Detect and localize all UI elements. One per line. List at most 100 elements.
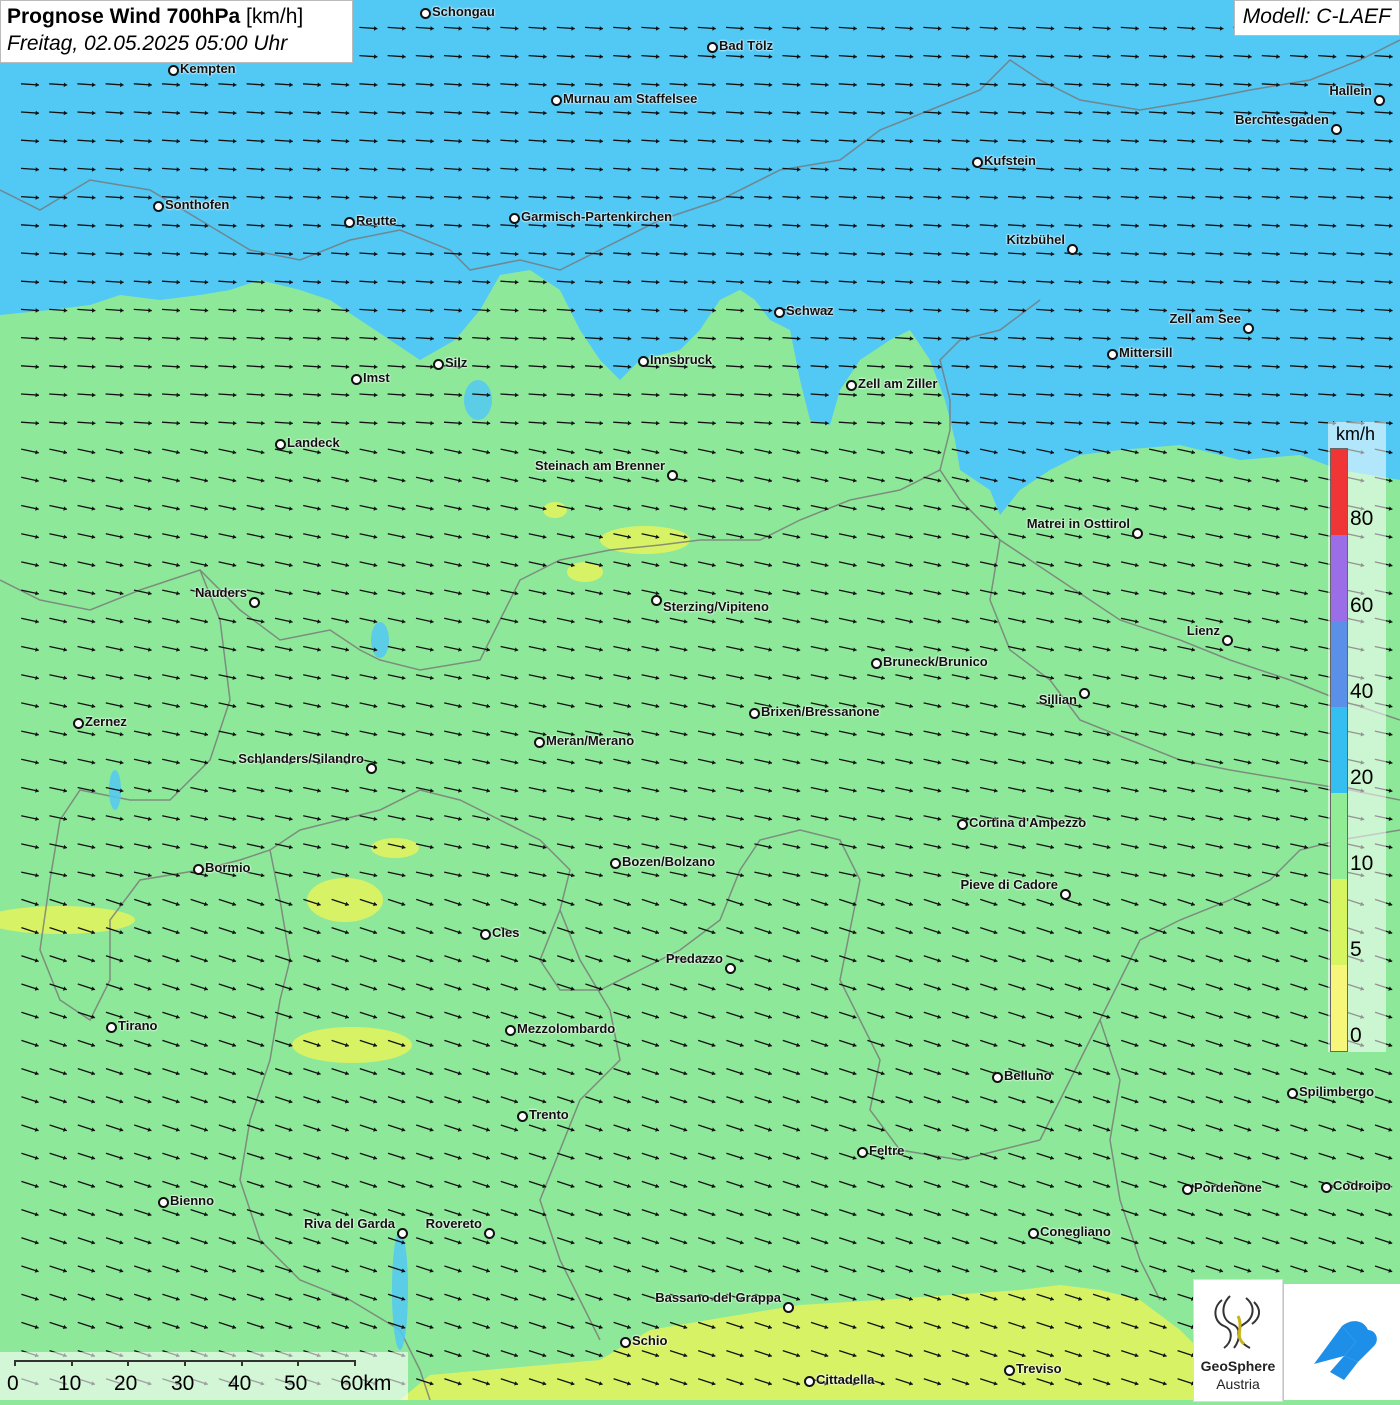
city-label: Kufstein	[984, 153, 1036, 168]
city-marker	[1374, 95, 1385, 106]
scale-tick	[71, 1360, 73, 1366]
city-label: Conegliano	[1040, 1224, 1111, 1239]
color-legend: km/h 80 60 40 20 10 5 0	[1328, 422, 1386, 1052]
city-marker	[1079, 688, 1090, 699]
city-marker	[1107, 349, 1118, 360]
city-label: Sillian	[1038, 692, 1077, 707]
city-label: Hallein	[1329, 83, 1372, 98]
scale-label: 30	[171, 1372, 195, 1395]
city-label: Kempten	[180, 61, 236, 76]
city-label: Silz	[445, 355, 468, 370]
map-title-box: Prognose Wind 700hPa [km/h] Freitag, 02.…	[0, 0, 353, 63]
city-label: Bruneck/Brunico	[883, 654, 988, 669]
city-marker	[846, 380, 857, 391]
city-label: Codroipo	[1333, 1178, 1391, 1193]
city-marker	[534, 737, 545, 748]
city-marker	[1287, 1088, 1298, 1099]
city-marker	[957, 819, 968, 830]
city-label: Garmisch-Partenkirchen	[521, 209, 673, 224]
geosphere-logo[interactable]: GeoSphere Austria	[1193, 1279, 1283, 1402]
scale-tick	[241, 1360, 243, 1366]
city-label: Cortina d'Ampezzo	[969, 815, 1087, 830]
city-marker	[1182, 1184, 1193, 1195]
light-wind-patch	[307, 878, 383, 922]
city-marker	[106, 1022, 117, 1033]
city-marker	[1132, 528, 1143, 539]
city-label: Sterzing/Vipiteno	[663, 599, 769, 614]
city-label: Bozen/Bolzano	[622, 854, 716, 869]
city-marker	[749, 708, 760, 719]
city-marker	[351, 374, 362, 385]
city-label: Innsbruck	[650, 352, 713, 367]
city-marker	[73, 718, 84, 729]
model-label: Modell: C-LAEF	[1233, 0, 1400, 36]
light-wind-patch	[371, 838, 419, 858]
city-label: Meran/Merano	[546, 733, 635, 748]
city-label: Berchtesgaden	[1235, 112, 1329, 127]
city-label: Brixen/Bressanone	[761, 704, 880, 719]
city-label: Spilimbergo	[1299, 1084, 1375, 1099]
light-wind-patch	[543, 502, 567, 518]
city-label: Schlanders/Silandro	[238, 751, 364, 766]
scale-tick	[354, 1360, 356, 1366]
city-marker	[484, 1228, 495, 1239]
legend-label: 40	[1350, 680, 1374, 703]
legend-segment-60	[1331, 535, 1347, 621]
legend-label: 10	[1350, 852, 1374, 875]
weather-app-logo[interactable]	[1284, 1284, 1400, 1400]
city-label: Schwaz	[786, 303, 834, 318]
city-marker	[249, 597, 260, 608]
scale-label: 0	[7, 1372, 19, 1395]
city-marker	[420, 8, 431, 19]
city-marker	[1060, 889, 1071, 900]
scale-tick	[127, 1360, 129, 1366]
scale-label: 60km	[340, 1372, 392, 1395]
map-title: Prognose Wind 700hPa	[7, 5, 241, 28]
city-label: Imst	[363, 370, 390, 385]
scale-label: 10	[58, 1372, 82, 1395]
city-label: Zernez	[85, 714, 127, 729]
city-label: Treviso	[1016, 1361, 1062, 1376]
scale-tick	[297, 1360, 299, 1366]
city-label: Lienz	[1186, 623, 1220, 638]
city-label: Kitzbühel	[1006, 232, 1066, 247]
legend-unit: km/h	[1336, 424, 1376, 444]
forecast-datetime: Freitag, 02.05.2025 05:00 Uhr	[7, 32, 288, 55]
legend-label: 0	[1350, 1024, 1362, 1047]
city-marker	[857, 1147, 868, 1158]
city-marker	[1331, 124, 1342, 135]
city-marker	[783, 1302, 794, 1313]
scale-tick	[184, 1360, 186, 1366]
city-label: Cles	[492, 925, 520, 940]
city-marker	[158, 1197, 169, 1208]
city-label: Landeck	[287, 435, 340, 450]
geosphere-subname: Austria	[1216, 1376, 1260, 1392]
city-label: Riva del Garda	[303, 1216, 395, 1231]
legend-label: 20	[1350, 766, 1374, 789]
city-label: Mezzolombardo	[517, 1021, 616, 1036]
city-marker	[620, 1337, 631, 1348]
city-label: Trento	[529, 1107, 569, 1122]
cloud-arrow-icon	[1314, 1321, 1377, 1380]
city-marker	[610, 858, 621, 869]
city-marker	[992, 1072, 1003, 1083]
legend-label: 60	[1350, 594, 1374, 617]
city-label: Zell am See	[1169, 311, 1241, 326]
city-marker	[517, 1111, 528, 1122]
city-label: Nauders	[194, 585, 247, 600]
legend-segment-40	[1331, 621, 1347, 707]
city-label: Schongau	[432, 4, 495, 19]
city-label: Rovereto	[425, 1216, 482, 1231]
city-label: Belluno	[1004, 1068, 1052, 1083]
legend-segment-10	[1331, 793, 1347, 879]
city-label: Pieve di Cadore	[960, 877, 1058, 892]
scale-label: 50	[284, 1372, 308, 1395]
city-marker	[1004, 1365, 1015, 1376]
legend-segment-0	[1331, 965, 1347, 1051]
city-marker	[725, 963, 736, 974]
scale-label: 40	[228, 1372, 252, 1395]
legend-segment-80	[1331, 449, 1347, 535]
city-label: Zell am Ziller	[858, 376, 938, 391]
geosphere-swirl-icon	[1214, 1295, 1260, 1349]
city-label: Bad Tölz	[719, 38, 774, 53]
